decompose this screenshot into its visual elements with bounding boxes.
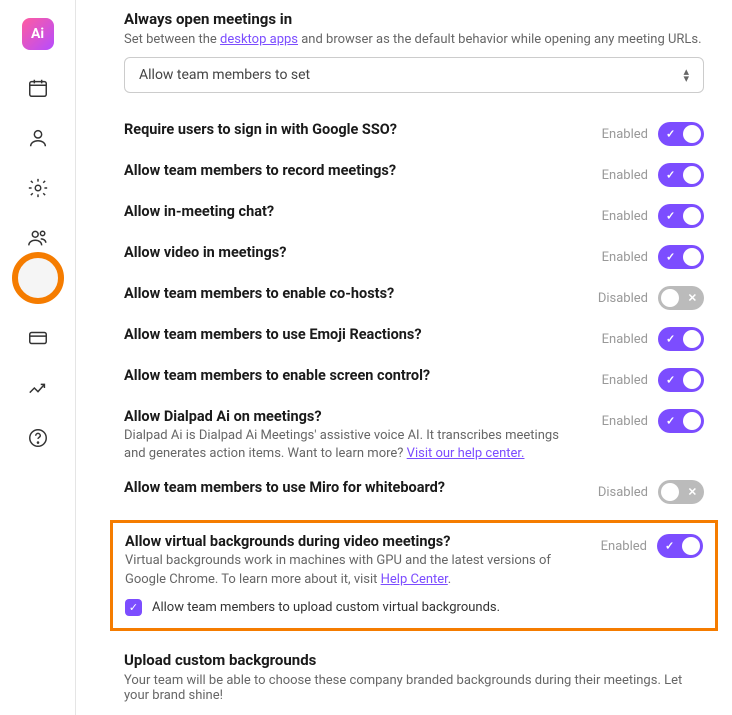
person-icon[interactable]	[26, 126, 50, 150]
upload-backgrounds-section: Upload custom backgrounds Your team will…	[124, 651, 704, 715]
main-content: Always open meetings in Set between the …	[76, 0, 732, 715]
toggle-0[interactable]: ✓	[658, 122, 704, 146]
setting-dialpad-ai: Allow Dialpad Ai on meetings? Dialpad Ai…	[124, 408, 704, 463]
setting-label: Allow video in meetings?	[124, 244, 582, 261]
status-text: Enabled	[602, 250, 648, 265]
toggle-dialpad-ai[interactable]: ✓	[658, 409, 704, 433]
upload-desc: Your team will be able to choose these c…	[124, 673, 704, 703]
setting-row-3: Allow video in meetings? Enabled ✓	[124, 244, 704, 269]
people-icon[interactable]	[26, 226, 50, 250]
help-center-link[interactable]: Visit our help center.	[407, 446, 525, 461]
checkbox-label: Allow team members to upload custom virt…	[152, 600, 500, 615]
help-icon[interactable]	[26, 426, 50, 450]
status-text: Disabled	[598, 485, 648, 500]
setting-row-4: Allow team members to enable co-hosts? Di…	[124, 285, 704, 310]
toggle-3[interactable]: ✓	[658, 245, 704, 269]
setting-row-6: Allow team members to enable screen cont…	[124, 367, 704, 392]
upload-title: Upload custom backgrounds	[124, 651, 704, 669]
gear-icon[interactable]	[26, 176, 50, 200]
setting-label: Require users to sign in with Google SSO…	[124, 121, 582, 138]
nav-highlight-bg	[18, 258, 58, 298]
setting-label: Allow team members to enable screen cont…	[124, 367, 582, 384]
toggle-5[interactable]: ✓	[658, 327, 704, 351]
toggle-miro[interactable]: ✕	[658, 480, 704, 504]
status-text: Enabled	[602, 332, 648, 347]
setting-row-0: Require users to sign in with Google SSO…	[124, 121, 704, 146]
setting-label: Allow Dialpad Ai on meetings?	[124, 408, 582, 425]
setting-miro: Allow team members to use Miro for white…	[124, 479, 704, 504]
status-text: Enabled	[602, 127, 648, 142]
select-value: Allow team members to set	[139, 67, 310, 83]
setting-label: Allow virtual backgrounds during video m…	[125, 533, 581, 550]
card-icon[interactable]	[26, 326, 50, 350]
setting-virtual-backgrounds: Allow virtual backgrounds during video m…	[125, 533, 703, 588]
app-logo[interactable]: Ai	[22, 18, 54, 50]
setting-label: Allow team members to use Miro for white…	[124, 479, 578, 496]
toggle-4[interactable]: ✕	[658, 286, 704, 310]
open-meetings-section: Always open meetings in Set between the …	[124, 10, 704, 93]
open-meetings-select[interactable]: Allow team members to set ▴▾	[124, 57, 704, 93]
setting-label: Allow in-meeting chat?	[124, 203, 582, 220]
setting-label: Allow team members to use Emoji Reaction…	[124, 326, 582, 343]
toggle-virtual-backgrounds[interactable]: ✓	[657, 534, 703, 558]
virtual-backgrounds-highlight: Allow virtual backgrounds during video m…	[110, 520, 718, 630]
setting-row-2: Allow in-meeting chat? Enabled ✓	[124, 203, 704, 228]
trend-icon[interactable]	[26, 376, 50, 400]
select-chevrons-icon: ▴▾	[683, 68, 689, 82]
status-text: Enabled	[602, 373, 648, 388]
settings-list: Require users to sign in with Google SSO…	[124, 121, 704, 392]
status-text: Disabled	[598, 291, 648, 306]
setting-label: Allow team members to enable co-hosts?	[124, 285, 578, 302]
toggle-2[interactable]: ✓	[658, 204, 704, 228]
status-text: Enabled	[602, 414, 648, 429]
upload-custom-bg-checkbox-row: ✓ Allow team members to upload custom vi…	[125, 599, 703, 616]
desktop-apps-link[interactable]: desktop apps	[220, 32, 298, 47]
setting-desc: Virtual backgrounds work in machines wit…	[125, 552, 581, 588]
help-center-link[interactable]: Help Center	[381, 572, 448, 587]
status-text: Enabled	[601, 539, 647, 554]
toggle-6[interactable]: ✓	[658, 368, 704, 392]
toggle-1[interactable]: ✓	[658, 163, 704, 187]
setting-row-1: Allow team members to record meetings? En…	[124, 162, 704, 187]
setting-desc: Dialpad Ai is Dialpad Ai Meetings' assis…	[124, 427, 582, 463]
setting-label: Allow team members to record meetings?	[124, 162, 582, 179]
open-meetings-title: Always open meetings in	[124, 10, 704, 28]
calendar-icon[interactable]	[26, 76, 50, 100]
status-text: Enabled	[602, 209, 648, 224]
sidebar: Ai	[0, 0, 76, 715]
upload-custom-bg-checkbox[interactable]: ✓	[125, 599, 142, 616]
status-text: Enabled	[602, 168, 648, 183]
setting-row-5: Allow team members to use Emoji Reaction…	[124, 326, 704, 351]
open-meetings-desc: Set between the desktop apps and browser…	[124, 32, 704, 47]
